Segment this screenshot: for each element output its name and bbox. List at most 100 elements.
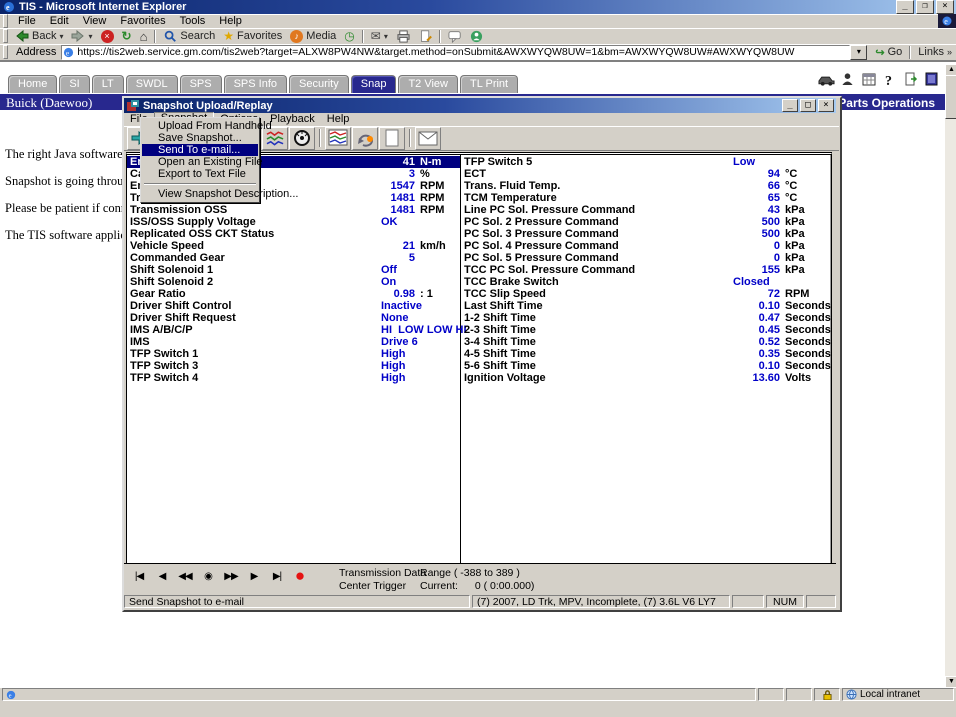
snapshot-close-button[interactable]: × — [818, 99, 834, 112]
data-row-replicated-oss-ckt-status[interactable]: Replicated OSS CKT Status — [127, 228, 460, 240]
data-row-iss-oss-supply-voltage[interactable]: ISS/OSS Supply VoltageOK — [127, 216, 460, 228]
tab-si[interactable]: SI — [59, 75, 89, 93]
menu-item-send-to-e-mail[interactable]: Send To e-mail... — [142, 144, 258, 156]
tab-sps-info[interactable]: SPS Info — [224, 75, 287, 93]
menu-item-export-to-text-file[interactable]: Export to Text File — [142, 168, 258, 180]
data-row-tfp-switch-1[interactable]: TFP Switch 1High — [127, 348, 460, 360]
ie-menu-file[interactable]: File — [11, 15, 43, 28]
address-dropdown-button[interactable]: ▾ — [850, 45, 867, 60]
blank-page-button[interactable] — [379, 127, 405, 150]
record-stop-button[interactable]: ● — [293, 569, 307, 583]
data-row-last-shift-time[interactable]: Last Shift Time0.10Seconds — [461, 300, 830, 312]
ie-titlebar[interactable]: e TIS - Microsoft Internet Explorer _ ❐ … — [0, 0, 956, 14]
print-button[interactable] — [392, 29, 415, 44]
mail-button[interactable]: ✉ ▾ — [367, 29, 392, 44]
go-to-start-button[interactable]: |◀ — [132, 571, 146, 582]
ie-minimize-button[interactable]: _ — [896, 0, 914, 14]
data-row-pc-sol-4-pressure-command[interactable]: PC Sol. 4 Pressure Command0kPa — [461, 240, 830, 252]
ie-menu-tools[interactable]: Tools — [173, 15, 213, 28]
replay-button[interactable] — [352, 127, 378, 150]
ie-menu-view[interactable]: View — [76, 15, 114, 28]
back-button[interactable]: Back ▾ — [11, 29, 67, 44]
snapshot-menu-playback[interactable]: Playback — [264, 113, 321, 126]
user-icon[interactable] — [839, 71, 856, 87]
data-row-5-6-shift-time[interactable]: 5-6 Shift Time0.10Seconds — [461, 360, 830, 372]
refresh-button[interactable]: ↻ — [118, 29, 136, 44]
edit-button[interactable] — [415, 29, 436, 44]
car-icon[interactable] — [818, 71, 835, 87]
page-scrollbar[interactable]: ▲ ▼ — [945, 64, 956, 689]
data-row-ims[interactable]: IMSDrive 6 — [127, 336, 460, 348]
email-button[interactable] — [415, 127, 441, 150]
address-input[interactable]: e https://tis2web.service.gm.com/tis2web… — [61, 45, 850, 60]
tab-tl-print[interactable]: TL Print — [460, 75, 518, 93]
data-row-shift-solenoid-1[interactable]: Shift Solenoid 1Off — [127, 264, 460, 276]
data-row-shift-solenoid-2[interactable]: Shift Solenoid 2On — [127, 276, 460, 288]
links-chevron-icon[interactable]: » — [947, 47, 952, 57]
snapshot-maximize-button[interactable]: □ — [800, 99, 816, 112]
messenger-button[interactable] — [466, 29, 487, 44]
data-row-transmission-oss[interactable]: Transmission OSS1481RPM — [127, 204, 460, 216]
tab-snap[interactable]: Snap — [351, 75, 397, 93]
data-row-driver-shift-control[interactable]: Driver Shift ControlInactive — [127, 300, 460, 312]
data-row-commanded-gear[interactable]: Commanded Gear5 — [127, 252, 460, 264]
forward-button[interactable]: ▾ — [67, 29, 96, 44]
data-row-3-4-shift-time[interactable]: 3-4 Shift Time0.52Seconds — [461, 336, 830, 348]
media-button[interactable]: ♪ Media — [286, 29, 340, 44]
data-row-tcc-pc-sol-pressure-command[interactable]: TCC PC Sol. Pressure Command155kPa — [461, 264, 830, 276]
snapshot-minimize-button[interactable]: _ — [782, 99, 798, 112]
menu-item-save-snapshot[interactable]: Save Snapshot... — [142, 132, 258, 144]
data-row-vehicle-speed[interactable]: Vehicle Speed21km/h — [127, 240, 460, 252]
data-row-ect[interactable]: ECT94°C — [461, 168, 830, 180]
scroll-thumb[interactable] — [945, 75, 956, 119]
exit-icon[interactable] — [923, 71, 940, 87]
data-row-tcc-slip-speed[interactable]: TCC Slip Speed72RPM — [461, 288, 830, 300]
data-row-4-5-shift-time[interactable]: 4-5 Shift Time0.35Seconds — [461, 348, 830, 360]
tab-home[interactable]: Home — [8, 75, 57, 93]
tab-swdl[interactable]: SWDL — [126, 75, 178, 93]
calendar-icon[interactable] — [860, 71, 877, 87]
snapshot-menu-help[interactable]: Help — [321, 113, 356, 126]
mail-dropdown-icon[interactable]: ▾ — [384, 32, 388, 41]
fast-forward-button[interactable]: ▶▶ — [224, 571, 238, 582]
back-dropdown-icon[interactable]: ▾ — [59, 32, 63, 41]
tab-lt[interactable]: LT — [92, 75, 124, 93]
snapshot-titlebar[interactable]: Snapshot Upload/Replay _ □ × — [124, 98, 836, 113]
menu-item-open-an-existing-file[interactable]: Open an Existing File — [142, 156, 258, 168]
step-forward-button[interactable]: ▶ — [247, 571, 261, 582]
ie-close-button[interactable]: × — [936, 0, 954, 14]
data-row-pc-sol-3-pressure-command[interactable]: PC Sol. 3 Pressure Command500kPa — [461, 228, 830, 240]
data-row-pc-sol-5-pressure-command[interactable]: PC Sol. 5 Pressure Command0kPa — [461, 252, 830, 264]
menu-item-view-snapshot-description[interactable]: View Snapshot Description... — [142, 188, 258, 200]
center-trigger-button[interactable]: ◉ — [201, 571, 215, 582]
export-icon[interactable] — [902, 71, 919, 87]
resize-grip[interactable] — [806, 595, 836, 608]
menu-item-upload-from-handheld[interactable]: Upload From Handheld — [142, 120, 258, 132]
data-row-trans-fluid-temp[interactable]: Trans. Fluid Temp.66°C — [461, 180, 830, 192]
ie-menu-edit[interactable]: Edit — [43, 15, 76, 28]
help-icon[interactable]: ? — [881, 71, 898, 87]
gauge-button[interactable] — [289, 127, 315, 150]
data-row-tfp-switch-5[interactable]: TFP Switch 5Low — [461, 156, 830, 168]
links-toolbar[interactable]: Links » — [914, 45, 956, 60]
tab-security[interactable]: Security — [289, 75, 349, 93]
ie-restore-button[interactable]: ❐ — [916, 0, 934, 14]
home-button[interactable]: ⌂ — [136, 29, 152, 44]
history-button[interactable]: ◷ — [340, 29, 358, 44]
tab-sps[interactable]: SPS — [180, 75, 222, 93]
data-row-ignition-voltage[interactable]: Ignition Voltage13.60Volts — [461, 372, 830, 384]
step-back-button[interactable]: ◀ — [155, 571, 169, 582]
go-to-end-button[interactable]: ▶| — [270, 571, 284, 582]
data-row-tfp-switch-3[interactable]: TFP Switch 3High — [127, 360, 460, 372]
discuss-button[interactable] — [444, 29, 466, 44]
search-button[interactable]: Search — [159, 29, 219, 44]
data-row-2-3-shift-time[interactable]: 2-3 Shift Time0.45Seconds — [461, 324, 830, 336]
data-row-line-pc-sol-pressure-command[interactable]: Line PC Sol. Pressure Command43kPa — [461, 204, 830, 216]
data-row-tcm-temperature[interactable]: TCM Temperature65°C — [461, 192, 830, 204]
forward-dropdown-icon[interactable]: ▾ — [88, 32, 92, 41]
toolbar-grip[interactable] — [3, 29, 8, 43]
data-row-driver-shift-request[interactable]: Driver Shift RequestNone — [127, 312, 460, 324]
data-row-gear-ratio[interactable]: Gear Ratio0.98: 1 — [127, 288, 460, 300]
graph-display-button[interactable] — [325, 127, 351, 150]
addressbar-grip[interactable] — [3, 45, 8, 59]
